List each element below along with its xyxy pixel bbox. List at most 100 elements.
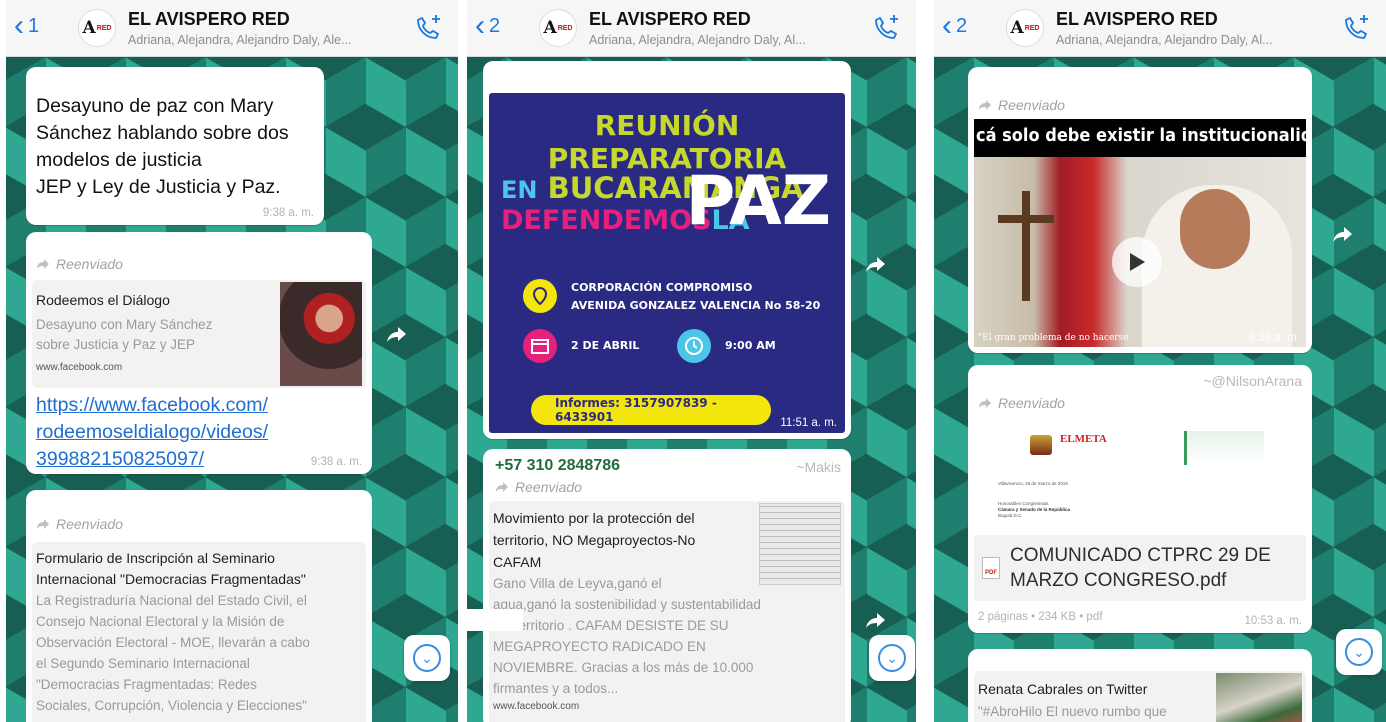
- file-meta: 2 páginas • 234 KB • pdf: [978, 611, 1103, 623]
- sender-alias: ~@NilsonArana: [1203, 373, 1302, 389]
- share-arrow-icon: [387, 327, 406, 342]
- poster-contact: Informes: 3157907839 - 6433901: [531, 395, 771, 425]
- file-attachment[interactable]: PDF COMUNICADO CTPRC 29 DE MARZO CONGRES…: [974, 535, 1306, 601]
- add-call-icon[interactable]: [1340, 12, 1372, 44]
- message-link[interactable]: 399882150825097/: [36, 446, 268, 473]
- chat-screen-3: ‹ 2 A RED EL AVISPERO RED Adriana, Alejan…: [934, 0, 1386, 722]
- message-bubble[interactable]: Reenviado Formulario de Inscripción al S…: [26, 490, 372, 722]
- group-name[interactable]: EL AVISPERO RED: [1056, 9, 1218, 30]
- preview-title: Renata Cabrales on Twitter: [978, 681, 1148, 697]
- message-bubble[interactable]: Desayuno de paz con Mary Sánchez habland…: [26, 67, 324, 225]
- group-members[interactable]: Adriana, Alejandra, Alejandro Daly, Al..…: [1056, 33, 1338, 47]
- document-preview[interactable]: ELMETA Villavicencio, 29 de marzo de 201…: [974, 417, 1306, 535]
- chat-header: ‹ 1 A RED EL AVISPERO RED Adriana, Alejan…: [6, 0, 458, 57]
- chat-background: Desayuno de paz con Mary Sánchez habland…: [6, 57, 458, 722]
- share-arrow-icon: [866, 257, 885, 272]
- back-button[interactable]: ‹ 1: [14, 9, 40, 42]
- chevron-down-icon: ⌄: [1345, 638, 1373, 666]
- message-bubble[interactable]: Renata Cabrales on Twitter "#AbroHilo El…: [968, 649, 1312, 722]
- link-preview[interactable]: Formulario de Inscripción al Seminario I…: [32, 542, 366, 722]
- forward-icon: [979, 100, 991, 110]
- unread-count: 1: [28, 14, 40, 37]
- group-name[interactable]: EL AVISPERO RED: [128, 9, 290, 30]
- share-button[interactable]: [861, 605, 891, 635]
- video-message[interactable]: Reenviado cá solo debe existir la instit…: [968, 67, 1312, 353]
- link-preview[interactable]: Renata Cabrales on Twitter "#AbroHilo El…: [974, 671, 1306, 722]
- message-link[interactable]: rodeemoseldialogo/videos/: [36, 419, 268, 446]
- clock-icon: [677, 329, 711, 363]
- document-message[interactable]: ~@NilsonArana Reenviado ELMETA Villavice…: [968, 365, 1312, 633]
- forward-icon: [37, 519, 49, 529]
- message-time: 9:38 a. m.: [262, 207, 314, 219]
- chevron-down-icon: ⌄: [878, 644, 906, 672]
- scroll-to-bottom-button[interactable]: ⌄: [404, 635, 450, 681]
- sender-alias: ~Makis: [796, 459, 841, 475]
- forwarded-label: Reenviado: [495, 479, 582, 495]
- message-bubble[interactable]: Reenviado Rodeemos el Diálogo Desayuno c…: [26, 232, 372, 474]
- forwarded-label: Reenviado: [978, 395, 1065, 411]
- unread-count: 2: [489, 14, 501, 37]
- scroll-to-bottom-button[interactable]: ⌄: [1336, 629, 1382, 675]
- commission-logo: [1184, 431, 1264, 465]
- chat-screen-2: ‹ 2 A RED EL AVISPERO RED Adriana, Alejan…: [467, 0, 916, 722]
- link-preview[interactable]: Rodeemos el Diálogo Desayuno con Mary Sá…: [32, 280, 366, 388]
- message-link[interactable]: https://www.facebook.com/: [36, 392, 268, 419]
- chat-screen-1: ‹ 1 A RED EL AVISPERO RED Adriana, Alejan…: [6, 0, 458, 722]
- file-name: COMUNICADO CTPRC 29 DE: [1010, 545, 1271, 566]
- add-call-icon[interactable]: [412, 12, 444, 44]
- meta-logo: ELMETA: [1060, 433, 1107, 445]
- play-button[interactable]: [1112, 237, 1162, 287]
- back-button[interactable]: ‹ 2: [475, 9, 501, 42]
- pdf-icon: PDF: [982, 557, 1000, 579]
- message-time: 8:36 a. m.: [1248, 332, 1300, 344]
- back-button[interactable]: ‹ 2: [942, 9, 968, 42]
- chat-header: ‹ 2 A RED EL AVISPERO RED Adriana, Alejan…: [934, 0, 1386, 57]
- forward-icon: [37, 259, 49, 269]
- preview-thumbnail: [280, 282, 362, 386]
- chevron-down-icon: ⌄: [413, 644, 441, 672]
- share-button[interactable]: [861, 249, 891, 279]
- location-icon: [523, 279, 557, 313]
- chevron-left-icon: ‹: [14, 9, 24, 42]
- group-members[interactable]: Adriana, Alejandra, Alejandro Daly, Ale.…: [128, 33, 410, 47]
- video-banner: cá solo debe existir la institucionalida: [974, 119, 1306, 157]
- forwarded-label: Reenviado: [36, 256, 123, 272]
- chat-background: REUNIÓN PREPARATORIA EN BUCARAMANGA DEFE…: [467, 57, 916, 722]
- redaction-patch: [467, 609, 523, 631]
- preview-url: www.facebook.com: [36, 362, 123, 373]
- group-avatar[interactable]: A RED: [78, 9, 116, 47]
- forwarded-label: Reenviado: [36, 516, 123, 532]
- sender-phone[interactable]: +57 310 2848786: [495, 457, 620, 475]
- link-preview[interactable]: Movimiento por la protección del territo…: [489, 501, 845, 722]
- group-avatar[interactable]: A RED: [539, 9, 577, 47]
- preview-thumbnail: [759, 503, 841, 585]
- message-bubble[interactable]: +57 310 2848786 ~Makis Reenviado Movimie…: [483, 449, 851, 722]
- calendar-icon: [523, 329, 557, 363]
- forwarded-label: Reenviado: [978, 97, 1065, 113]
- video-thumbnail[interactable]: cá solo debe existir la institucionalida…: [974, 119, 1306, 347]
- logo-icon: [1030, 435, 1052, 455]
- unread-count: 2: [956, 14, 968, 37]
- message-time: 11:51 a. m.: [780, 417, 837, 429]
- chevron-left-icon: ‹: [942, 9, 952, 42]
- scroll-to-bottom-button[interactable]: ⌄: [869, 635, 915, 681]
- group-avatar[interactable]: A RED: [1006, 9, 1044, 47]
- share-arrow-icon: [866, 613, 885, 628]
- forward-icon: [979, 398, 991, 408]
- add-call-icon[interactable]: [870, 12, 902, 44]
- chat-header: ‹ 2 A RED EL AVISPERO RED Adriana, Alejan…: [467, 0, 916, 57]
- play-icon: [1130, 253, 1145, 271]
- event-poster[interactable]: REUNIÓN PREPARATORIA EN BUCARAMANGA DEFE…: [489, 93, 845, 433]
- image-message[interactable]: REUNIÓN PREPARATORIA EN BUCARAMANGA DEFE…: [483, 61, 851, 439]
- share-button[interactable]: [382, 319, 412, 349]
- share-arrow-icon: [1333, 227, 1352, 242]
- chevron-left-icon: ‹: [475, 9, 485, 42]
- group-members[interactable]: Adriana, Alejandra, Alejandro Daly, Al..…: [589, 33, 871, 47]
- preview-thumbnail: [1216, 673, 1302, 722]
- message-time: 9:38 a. m.: [310, 456, 362, 468]
- group-name[interactable]: EL AVISPERO RED: [589, 9, 751, 30]
- share-button[interactable]: [1328, 219, 1358, 249]
- preview-title: Rodeemos el Diálogo: [36, 292, 170, 308]
- message-time: 10:53 a. m.: [1244, 615, 1302, 627]
- forward-icon: [496, 482, 508, 492]
